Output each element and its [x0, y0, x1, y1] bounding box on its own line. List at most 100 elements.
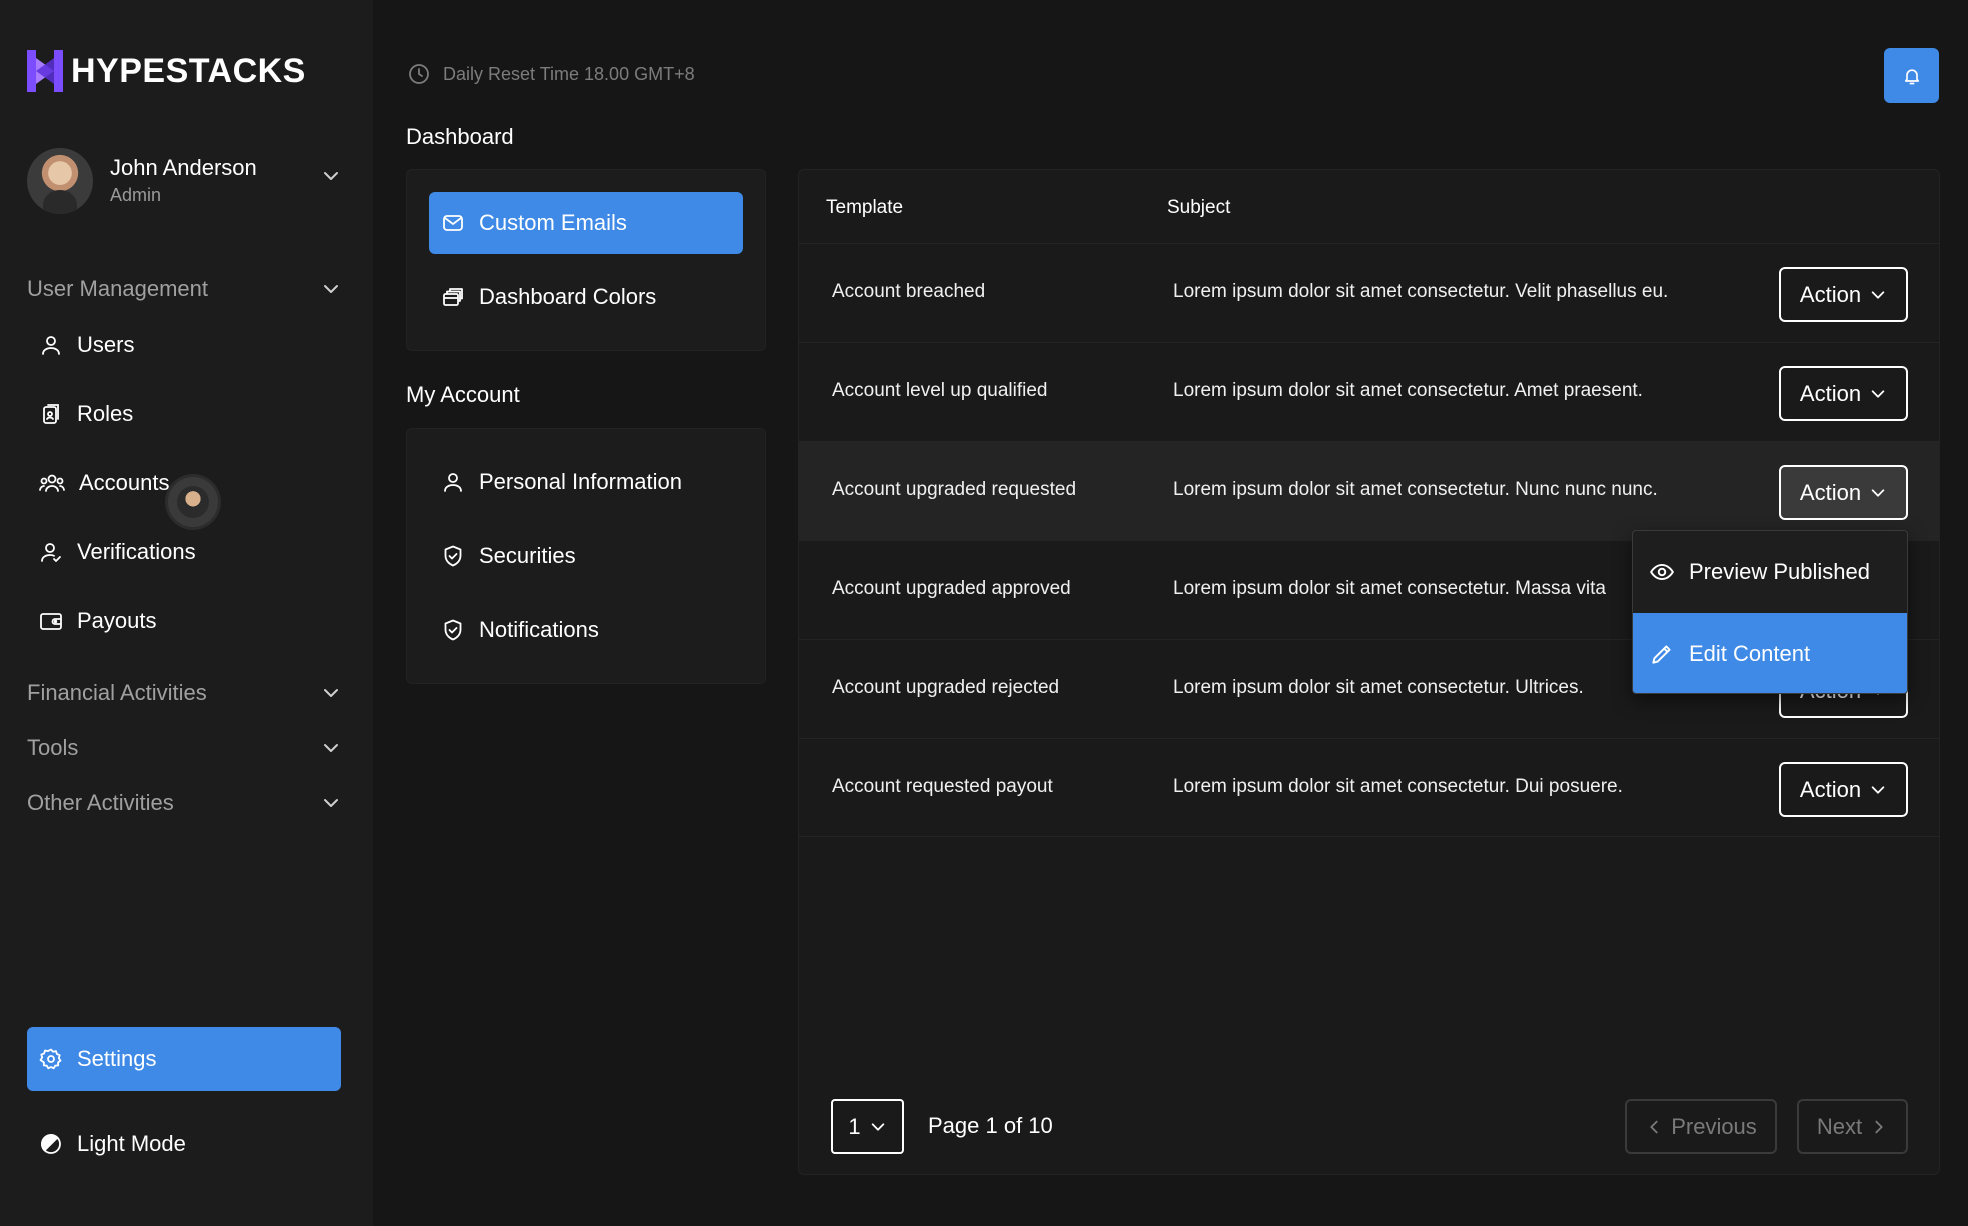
chevron-down-icon [1871, 785, 1885, 794]
action-button-open[interactable]: Action [1779, 465, 1908, 520]
action-button[interactable]: Action [1779, 267, 1908, 322]
section-label: Other Activities [27, 790, 174, 815]
template-cell: Account upgraded requested [832, 479, 1077, 500]
menu-item-label: Notifications [479, 617, 599, 642]
contrast-icon [41, 1134, 61, 1154]
shield-check-icon [444, 545, 462, 567]
sidebar-item-verifications[interactable]: Verifications [39, 534, 196, 570]
column-header-template: Template [826, 197, 904, 218]
chevron-down-icon [1871, 488, 1885, 497]
roles-icon [43, 404, 59, 424]
action-label: Action [1799, 281, 1862, 307]
section-financial-activities[interactable]: Financial Activities [27, 680, 341, 706]
menu-item-notifications[interactable]: Notifications [429, 599, 743, 661]
menu-item-preview-published[interactable]: Preview Published [1633, 531, 1907, 612]
section-label: Tools [27, 735, 79, 760]
section-tools[interactable]: Tools [27, 735, 341, 761]
subject-cell: Lorem ipsum dolor sit amet consectetur. … [1173, 578, 1606, 599]
chevron-down-icon [324, 799, 338, 807]
action-button[interactable]: Action [1779, 762, 1908, 817]
menu-item-dashboard-colors[interactable]: Dashboard Colors [429, 266, 743, 328]
subject-cell: Lorem ipsum dolor sit amet consectetur. … [1173, 380, 1643, 401]
menu-item-edit-content[interactable]: Edit Content [1633, 613, 1907, 693]
light-mode-label: Light Mode [77, 1131, 186, 1156]
action-button[interactable]: Action [1779, 366, 1908, 421]
next-button[interactable]: Next [1797, 1099, 1908, 1154]
daily-reset-text: Daily Reset Time 18.00 GMT+8 [443, 63, 695, 84]
table-row: Account level up qualified Lorem ipsum d… [799, 342, 1939, 441]
table-row: Account requested payout Lorem ipsum dol… [799, 738, 1939, 837]
sidebar-item-label: Accounts [79, 470, 170, 495]
chevron-down-icon [1871, 290, 1885, 299]
pencil-icon [1652, 644, 1671, 664]
chevron-down-icon [324, 689, 338, 697]
section-other-activities[interactable]: Other Activities [27, 790, 341, 816]
wallet-icon [40, 613, 62, 630]
action-label: Action [1799, 776, 1862, 802]
page-size-select[interactable]: 1 [831, 1099, 904, 1154]
template-cell: Account upgraded rejected [832, 677, 1060, 698]
sidebar-item-users[interactable]: Users [39, 327, 134, 363]
previous-button[interactable]: Previous [1625, 1099, 1777, 1154]
sidebar-item-accounts[interactable]: Accounts [39, 465, 170, 501]
menu-item-label: Preview Published [1689, 558, 1870, 584]
menu-item-label: Dashboard Colors [479, 284, 657, 309]
sidebar: HYPESTACKS John Anderson Admin User Mana… [0, 0, 373, 1226]
menu-item-label: Edit Content [1689, 640, 1811, 666]
eye-icon [1650, 563, 1674, 580]
menu-item-label: Custom Emails [479, 210, 627, 235]
menu-item-personal-information[interactable]: Personal Information [429, 451, 743, 513]
subject-cell: Lorem ipsum dolor sit amet consectetur. … [1173, 479, 1658, 500]
settings-button[interactable]: Settings [27, 1027, 341, 1091]
page-indicator: Page 1 of 10 [928, 1113, 1053, 1138]
chevron-right-icon [1875, 1120, 1883, 1133]
chevron-down-icon[interactable] [321, 166, 341, 186]
daily-reset-info: Daily Reset Time 18.00 GMT+8 [407, 62, 695, 86]
palette-cards-icon [443, 288, 463, 306]
gear-icon [39, 1048, 62, 1070]
section-label: Financial Activities [27, 680, 207, 705]
accounts-icon [39, 474, 65, 492]
brand-logo[interactable]: HYPESTACKS [27, 50, 306, 92]
template-cell: Account breached [832, 281, 986, 302]
template-cell: Account level up qualified [832, 380, 1048, 401]
action-label: Action [1799, 479, 1862, 505]
user-icon [444, 473, 462, 492]
my-account-menu: Personal Information Securities Notifica… [406, 428, 766, 684]
sidebar-item-roles[interactable]: Roles [39, 396, 133, 432]
page-size-value: 1 [848, 1113, 861, 1139]
previous-label: Previous [1671, 1113, 1757, 1139]
chevron-left-icon [1650, 1120, 1658, 1133]
menu-item-securities[interactable]: Securities [429, 525, 743, 587]
action-label: Action [1799, 380, 1862, 406]
bell-icon [1904, 68, 1919, 84]
user-icon [42, 336, 60, 355]
table-row-hovered: Account upgraded requested Lorem ipsum d… [799, 441, 1939, 540]
chevron-down-icon [324, 285, 338, 293]
next-label: Next [1816, 1113, 1863, 1139]
subject-cell: Lorem ipsum dolor sit amet consectetur. … [1173, 776, 1623, 797]
column-header-subject: Subject [1167, 197, 1231, 218]
menu-item-label: Personal Information [479, 469, 682, 494]
template-cell: Account requested payout [832, 776, 1053, 797]
sidebar-item-label: Roles [77, 401, 134, 426]
user-role: Admin [110, 185, 162, 205]
subject-cell: Lorem ipsum dolor sit amet consectetur. … [1173, 677, 1584, 698]
template-cell: Account upgraded approved [832, 578, 1071, 599]
notifications-button[interactable] [1884, 48, 1939, 103]
mail-icon [443, 215, 463, 231]
sidebar-item-payouts[interactable]: Payouts [39, 603, 157, 639]
clock-icon [409, 64, 429, 84]
chevron-down-icon [871, 1122, 884, 1131]
menu-item-custom-emails[interactable]: Custom Emails [429, 192, 743, 254]
chevron-down-icon [1871, 389, 1885, 398]
sidebar-item-label: Verifications [77, 539, 196, 564]
settings-label: Settings [77, 1046, 157, 1071]
dashboard-title: Dashboard [406, 124, 514, 149]
sidebar-item-label: Users [77, 332, 135, 357]
table-row: Account breached Lorem ipsum dolor sit a… [799, 243, 1939, 342]
user-profile[interactable]: John Anderson Admin [27, 148, 341, 214]
light-mode-toggle[interactable]: Light Mode [39, 1126, 186, 1162]
brand-name: HYPESTACKS [71, 51, 306, 90]
section-user-management[interactable]: User Management [27, 276, 341, 302]
